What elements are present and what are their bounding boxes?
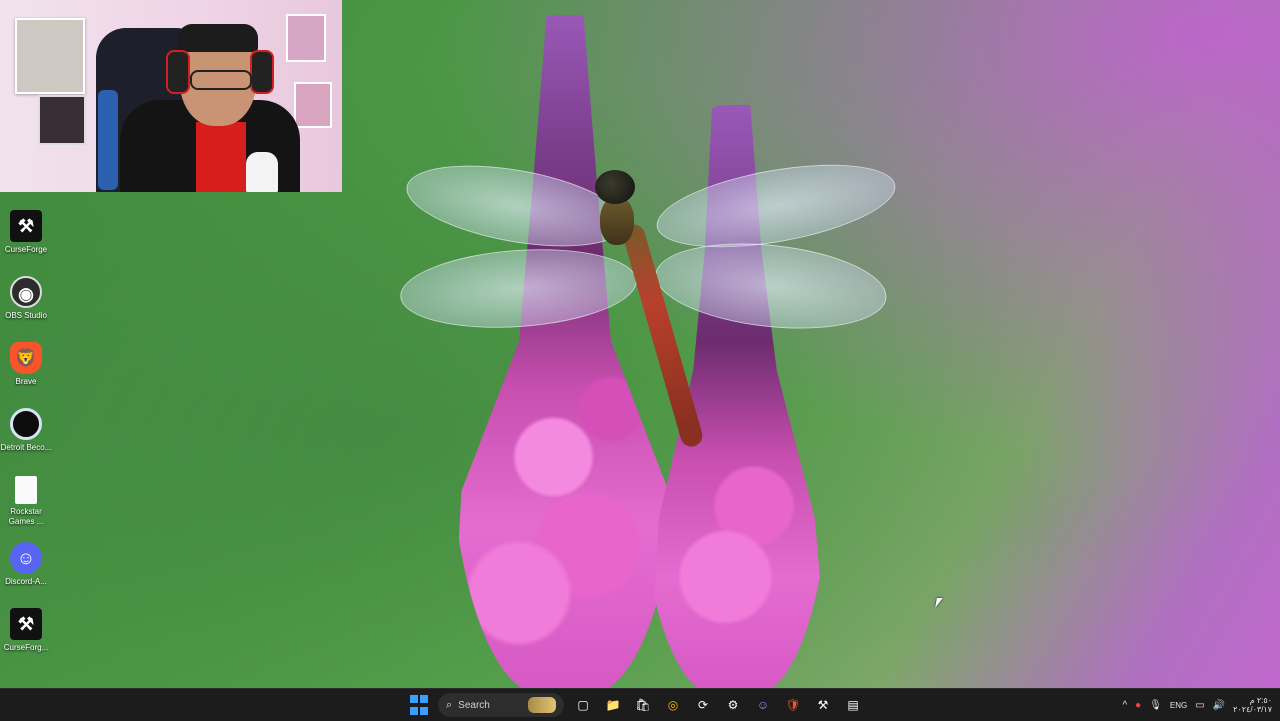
dragonfly-wing	[651, 233, 891, 339]
start-button[interactable]	[408, 694, 430, 716]
file-icon	[15, 476, 37, 504]
taskbar-center: ⌕ Search ▢ 📁 🛍 ◎ ⟳ ⚙ ☺ 🛡 ⚒ ▤	[408, 689, 864, 721]
taskbar-app-window[interactable]: ▤	[842, 694, 864, 716]
system-tray: ^ ● 🎙 ENG ▭ 🔊 ٢:٥٠ م ٢٠٢٤/٠٣/١٧	[1122, 689, 1272, 721]
dragonfly-wing	[397, 241, 640, 336]
desktop-icon-rockstar[interactable]: Rockstar Games ...	[0, 472, 52, 527]
brave-lion-icon: 🦁	[10, 342, 42, 374]
folder-icon: 📁	[605, 698, 621, 712]
taskbar-task-view[interactable]: ▢	[572, 694, 594, 716]
obs-icon: ◉	[10, 276, 42, 308]
gear-icon: ⚙	[727, 698, 739, 712]
desktop-icon-detroit[interactable]: Detroit Beco...	[0, 404, 52, 453]
detroit-ring-icon	[10, 408, 42, 440]
desktop-icon-label: CurseForg...	[3, 643, 49, 652]
search-icon: ⌕	[446, 698, 453, 711]
taskbar-clock[interactable]: ٢:٥٠ م ٢٠٢٤/٠٣/١٧	[1233, 696, 1272, 714]
taskbar-chrome[interactable]: ◎	[662, 694, 684, 716]
language-indicator[interactable]: ENG	[1170, 701, 1187, 710]
discord-icon: ☺	[10, 542, 42, 574]
windows-logo-icon	[420, 707, 428, 715]
desktop-icon-label: Rockstar Games ...	[8, 507, 44, 526]
desktop-icon-discord[interactable]: ☺ Discord-A...	[0, 538, 52, 587]
taskbar-settings[interactable]: ⚙	[722, 694, 744, 716]
wall-frame	[286, 14, 326, 62]
presenter-shirt	[196, 122, 246, 192]
taskbar-file-explorer[interactable]: 📁	[602, 694, 624, 716]
microphone-icon[interactable]: 🎙	[1149, 700, 1162, 711]
taskbar: ⌕ Search ▢ 📁 🛍 ◎ ⟳ ⚙ ☺ 🛡 ⚒ ▤ ^ ● 🎙 ENG ▭…	[0, 688, 1280, 721]
desktop-icon-label: OBS Studio	[5, 311, 47, 320]
search-highlight-icon	[528, 697, 556, 713]
glasses-icon	[190, 70, 252, 90]
gaming-chair-stripe	[98, 90, 118, 190]
dragonfly-wing	[400, 151, 632, 261]
windows-logo-icon	[420, 695, 428, 703]
desktop-icon-label: Discord-A...	[5, 577, 47, 586]
taskbar-search-box[interactable]: ⌕ Search	[438, 693, 564, 717]
wall-frame	[294, 82, 332, 128]
headset-icon	[166, 50, 190, 94]
microphone-icon	[246, 152, 278, 192]
desktop-icon-brave[interactable]: 🦁 Brave	[0, 338, 52, 387]
curseforge-icon: ⚒	[817, 698, 829, 712]
desktop-icon-label: Brave	[15, 377, 37, 386]
tray-app-icon[interactable]: ●	[1135, 700, 1141, 711]
desktop-icon-curseforge-2[interactable]: ⚒ CurseForg...	[0, 604, 52, 653]
network-icon[interactable]: ▭	[1195, 700, 1204, 711]
recorder-icon: ⟳	[697, 698, 709, 712]
dragonfly-head	[595, 170, 635, 204]
windows-logo-icon	[410, 695, 418, 703]
taskbar-store[interactable]: 🛍	[632, 694, 654, 716]
desktop-icon-label: CurseForge	[4, 245, 48, 254]
taskbar-discord[interactable]: ☺	[752, 694, 774, 716]
clock-time: ٢:٥٠ م	[1249, 696, 1272, 705]
volume-icon[interactable]: 🔊	[1213, 700, 1225, 711]
wallpaper-dragonfly	[397, 149, 902, 455]
webcam-overlay	[0, 0, 342, 192]
taskbar-curseforge[interactable]: ⚒	[812, 694, 834, 716]
desktop-icon-curseforge[interactable]: ⚒ CurseForge	[0, 206, 52, 255]
search-label: Search	[458, 699, 490, 711]
clock-date: ٢٠٢٤/٠٣/١٧	[1233, 705, 1272, 714]
taskbar-recorder[interactable]: ⟳	[692, 694, 714, 716]
chevron-up-icon[interactable]: ^	[1122, 700, 1127, 711]
desktop-icon-label: Detroit Beco...	[0, 443, 52, 452]
taskbar-brave[interactable]: 🛡	[782, 694, 804, 716]
wall-plaque	[15, 18, 85, 94]
dragonfly-thorax	[600, 197, 634, 245]
task-view-icon: ▢	[577, 698, 589, 712]
windows-logo-icon	[410, 707, 418, 715]
discord-icon: ☺	[756, 698, 770, 712]
app-window-icon: ▤	[847, 698, 859, 712]
desktop-icon-obs[interactable]: ◉ OBS Studio	[0, 272, 52, 321]
curseforge-icon: ⚒	[10, 608, 42, 640]
brave-lion-icon: 🛡	[785, 698, 801, 712]
store-icon: 🛍	[635, 698, 651, 712]
chrome-icon: ◎	[667, 698, 679, 712]
wall-frame	[38, 95, 86, 145]
curseforge-icon: ⚒	[10, 210, 42, 242]
headset-icon	[250, 50, 274, 94]
presenter-bandana	[178, 24, 258, 52]
